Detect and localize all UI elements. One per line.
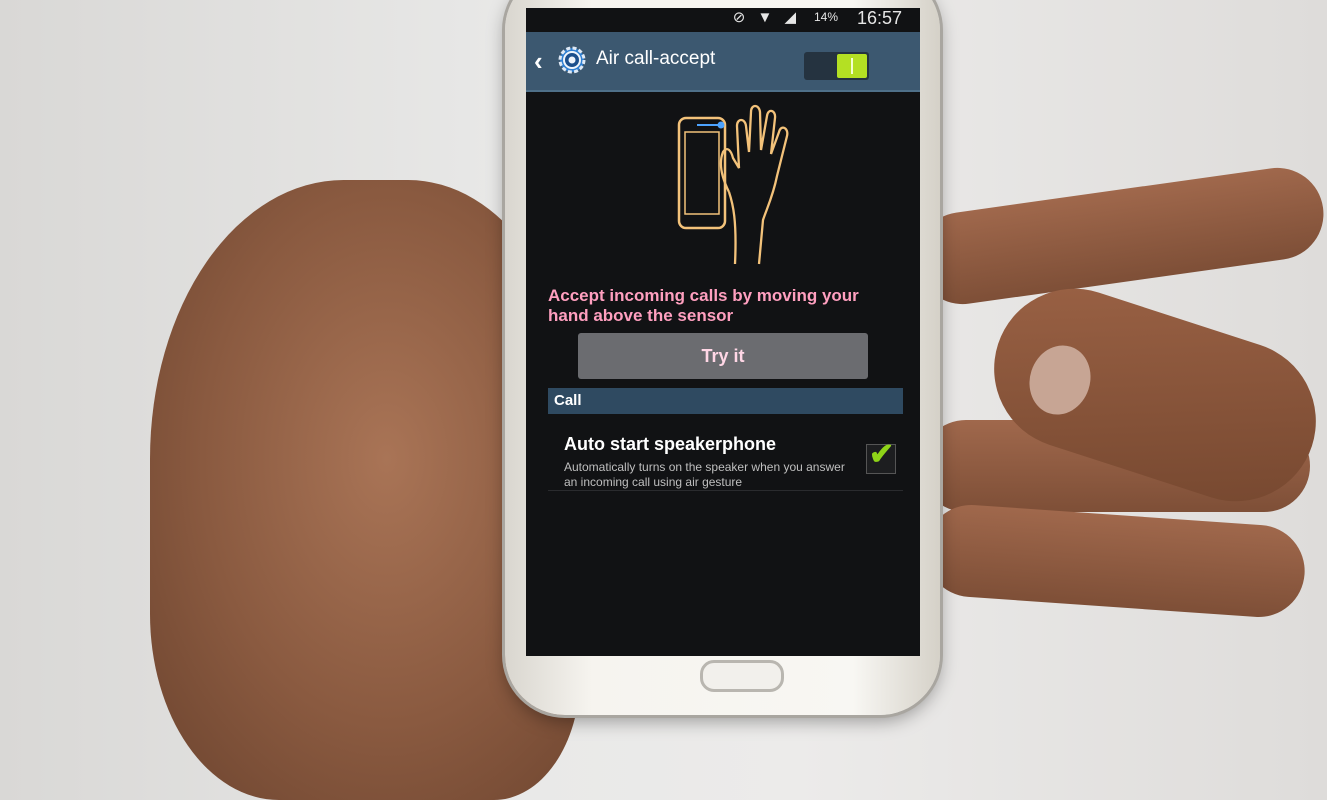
speakerphone-checkbox[interactable]: ✔ — [866, 438, 896, 474]
status-icons: ⊘ ▼ ◢ — [732, 9, 800, 26]
home-button[interactable] — [700, 660, 784, 692]
feature-description: Accept incoming calls by moving your han… — [548, 286, 859, 325]
right-finger — [922, 501, 1308, 621]
phone-screen: ⊘ ▼ ◢ 14% 16:57 ‹ Air call-accept Accept… — [526, 8, 920, 656]
auto-speakerphone-setting[interactable]: Auto start speakerphone Automatically tu… — [548, 418, 903, 490]
page-title: Air call-accept — [596, 48, 716, 69]
setting-title: Auto start speakerphone — [564, 434, 777, 454]
section-header-call: Call — [548, 388, 903, 414]
clock: 16:57 — [856, 8, 902, 28]
air-gesture-illustration — [677, 104, 789, 265]
gear-icon — [558, 46, 586, 74]
action-bar: ‹ Air call-accept — [526, 32, 920, 92]
master-toggle[interactable] — [804, 52, 869, 80]
toggle-knob — [837, 54, 867, 78]
try-it-button[interactable]: Try it — [578, 333, 868, 379]
setting-subtitle: Automatically turns on the speaker when … — [564, 460, 845, 489]
checkmark-icon: ✔ — [869, 438, 895, 471]
status-bar: ⊘ ▼ ◢ 14% 16:57 — [526, 8, 920, 32]
divider — [548, 490, 903, 491]
back-icon[interactable]: ‹ — [534, 46, 543, 77]
battery-percent: 14% — [813, 10, 838, 24]
right-finger — [910, 161, 1327, 311]
